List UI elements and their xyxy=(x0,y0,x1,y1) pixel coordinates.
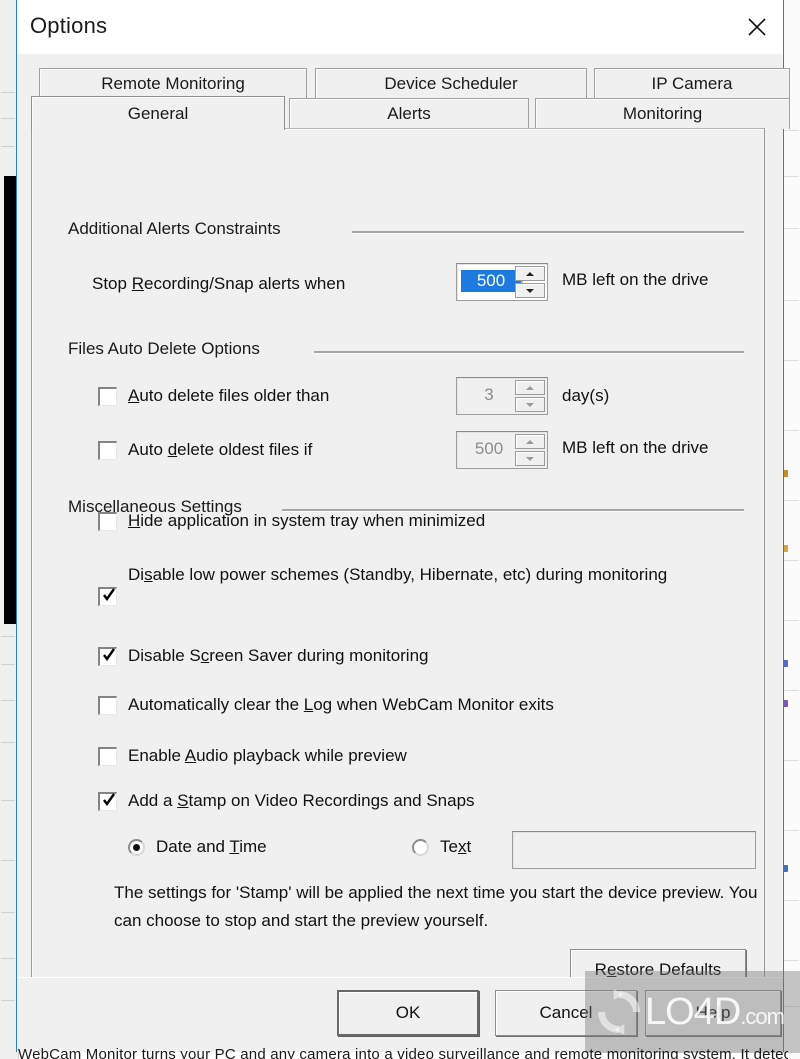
spinner-buttons xyxy=(515,380,545,412)
group-divider xyxy=(314,351,744,354)
stop-recording-unit: MB left on the drive xyxy=(562,270,709,289)
checkbox-disable-low-power[interactable] xyxy=(98,587,117,606)
tab-label: Monitoring xyxy=(622,104,703,123)
checkbox-hide-application-tray[interactable] xyxy=(98,512,117,531)
tab-area: Remote Monitoring Device Scheduler IP Ca… xyxy=(17,54,790,1052)
checkbox-enable-audio-playback[interactable] xyxy=(98,747,117,766)
spinner-down-button[interactable] xyxy=(515,397,545,412)
background-page-text: WebCam Monitor turns your PC and any cam… xyxy=(18,1046,788,1059)
checkbox-auto-delete-older-than[interactable] xyxy=(98,387,117,406)
group-divider xyxy=(352,231,744,234)
auto-delete-older-than-label: Auto delete files older than xyxy=(128,386,330,405)
radio-date-and-time-label: Date and Time xyxy=(156,837,267,856)
help-button[interactable]: Help xyxy=(645,990,781,1036)
auto-delete-mb-value[interactable]: 500 xyxy=(461,439,517,459)
group-label: Additional Alerts Constraints xyxy=(68,219,289,239)
spinner-down-button[interactable] xyxy=(515,283,545,298)
auto-delete-oldest-label: Auto delete oldest files if xyxy=(128,440,313,459)
auto-delete-days-unit: day(s) xyxy=(562,386,610,405)
chevron-up-icon xyxy=(526,271,534,276)
checkbox-disable-screen-saver[interactable] xyxy=(98,647,117,666)
tab-monitoring[interactable]: Monitoring xyxy=(535,98,790,129)
stop-recording-spinner[interactable]: 500 xyxy=(456,263,548,301)
ok-label: OK xyxy=(395,1003,421,1022)
screen: Options Remote Monitoring Device Schedul… xyxy=(0,0,800,1059)
spinner-up-button[interactable] xyxy=(515,434,545,449)
cancel-label: Cancel xyxy=(539,1003,593,1022)
disable-screen-saver-label: Disable Screen Saver during monitoring xyxy=(128,646,429,665)
chevron-down-icon xyxy=(526,288,534,293)
tab-label: Device Scheduler xyxy=(384,74,518,93)
disable-low-power-label: Disable low power schemes (Standby, Hibe… xyxy=(128,565,668,584)
checkmark-icon xyxy=(103,588,115,602)
tab-remote-monitoring[interactable]: Remote Monitoring xyxy=(39,68,307,99)
group-label: Files Auto Delete Options xyxy=(68,339,268,359)
ok-button[interactable]: OK xyxy=(337,990,479,1036)
group-additional-alerts-constraints: Additional Alerts Constraints xyxy=(32,219,764,241)
add-stamp-label: Add a Stamp on Video Recordings and Snap… xyxy=(128,791,475,810)
chevron-down-icon xyxy=(526,402,534,407)
spinner-buttons xyxy=(515,266,545,298)
title-bar: Options xyxy=(17,0,783,55)
radio-text-label: Text xyxy=(440,837,472,856)
spinner-buttons xyxy=(515,434,545,466)
tab-ip-camera[interactable]: IP Camera xyxy=(594,68,790,99)
cancel-button[interactable]: Cancel xyxy=(495,990,637,1036)
close-button[interactable] xyxy=(731,0,783,53)
stamp-note: The settings for 'Stamp' will be applied… xyxy=(114,883,758,930)
spinner-down-button[interactable] xyxy=(515,451,545,466)
stop-recording-value[interactable]: 500 xyxy=(461,270,521,292)
tab-row-lower: General Alerts Monitoring xyxy=(31,96,790,130)
chevron-up-icon xyxy=(526,385,534,390)
chevron-up-icon xyxy=(526,439,534,444)
tab-row-upper: Remote Monitoring Device Scheduler IP Ca… xyxy=(39,68,790,99)
tab-label: General xyxy=(127,103,189,123)
tab-label: IP Camera xyxy=(651,74,733,93)
checkbox-auto-delete-oldest[interactable] xyxy=(98,441,117,460)
stamp-text-value xyxy=(513,832,755,848)
stop-recording-label: Stop Recording/Snap alerts when xyxy=(92,274,346,293)
chevron-down-icon xyxy=(526,456,534,461)
radio-text[interactable] xyxy=(412,839,429,856)
spinner-up-button[interactable] xyxy=(515,266,545,281)
general-tab-panel: Additional Alerts Constraints Stop Recor… xyxy=(31,128,765,1006)
tab-general[interactable]: General xyxy=(31,96,285,130)
auto-delete-mb-unit: MB left on the drive xyxy=(562,438,709,457)
tab-label: Alerts xyxy=(387,104,431,123)
close-icon xyxy=(748,17,766,36)
radio-date-and-time[interactable] xyxy=(128,839,145,856)
checkmark-icon xyxy=(103,648,115,662)
clear-log-on-exit-label: Automatically clear the Log when WebCam … xyxy=(128,695,554,714)
auto-delete-days-spinner[interactable]: 3 xyxy=(456,377,548,415)
stamp-text-input[interactable] xyxy=(512,831,756,869)
help-label: Help xyxy=(695,1003,731,1022)
background-video-panel xyxy=(4,176,16,624)
auto-delete-days-value[interactable]: 3 xyxy=(461,385,517,405)
window-title: Options xyxy=(30,13,108,38)
auto-delete-mb-spinner[interactable]: 500 xyxy=(456,431,548,469)
tab-alerts[interactable]: Alerts xyxy=(289,98,529,129)
spinner-up-button[interactable] xyxy=(515,380,545,395)
hide-application-tray-label: Hide application in system tray when min… xyxy=(128,511,486,530)
tab-device-scheduler[interactable]: Device Scheduler xyxy=(315,68,587,99)
enable-audio-playback-label: Enable Audio playback while preview xyxy=(128,746,407,765)
checkbox-clear-log-on-exit[interactable] xyxy=(98,696,117,715)
checkbox-add-stamp[interactable] xyxy=(98,792,117,811)
group-files-auto-delete: Files Auto Delete Options xyxy=(32,339,764,361)
checkmark-icon xyxy=(103,793,115,807)
dialog-footer: OK Cancel Help xyxy=(17,977,783,1052)
radio-dot-icon xyxy=(133,844,140,851)
tab-label: Remote Monitoring xyxy=(101,74,245,93)
options-dialog: Options Remote Monitoring Device Schedul… xyxy=(16,0,790,1052)
